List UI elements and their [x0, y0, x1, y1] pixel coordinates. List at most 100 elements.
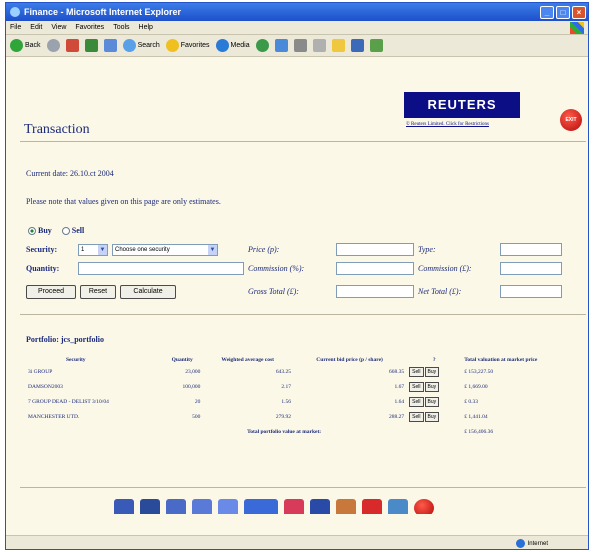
- print-icon[interactable]: [293, 39, 307, 52]
- exit-button[interactable]: EXIT: [560, 109, 582, 131]
- favorites-button[interactable]: Favorites: [165, 39, 210, 52]
- menu-tools[interactable]: Tools: [113, 24, 129, 31]
- commission-gbp-field[interactable]: [500, 262, 562, 275]
- close-window-button[interactable]: ×: [572, 5, 586, 19]
- media-button[interactable]: Media: [215, 39, 250, 52]
- reuters-logo[interactable]: REUTERS: [404, 92, 520, 118]
- windows-logo-icon: [570, 21, 584, 34]
- browser-window: Finance - Microsoft Internet Explorer _ …: [5, 2, 589, 550]
- buy-radio[interactable]: Buy: [28, 226, 52, 235]
- menu-help[interactable]: Help: [139, 24, 153, 31]
- history-icon[interactable]: [255, 39, 269, 52]
- chevron-down-icon: ▼: [208, 245, 217, 255]
- total-label: Total portfolio value at market:: [247, 428, 322, 435]
- commission-pct-label: Commission (%):: [248, 264, 305, 273]
- edit-icon[interactable]: [312, 39, 326, 52]
- ie-icon: [10, 7, 20, 17]
- mail-icon[interactable]: [274, 39, 288, 52]
- table-header-row: Security Quantity Weighted average cost …: [26, 356, 586, 364]
- security-select[interactable]: Choose one security ▼: [112, 244, 218, 256]
- zoom-search-icon[interactable]: [166, 499, 186, 514]
- row-security: MANCHESTER UTD.: [28, 413, 80, 420]
- gross-total-field[interactable]: [336, 285, 414, 298]
- reset-button[interactable]: Reset: [80, 285, 116, 299]
- row-quantity: 500: [192, 413, 201, 420]
- page-title: Transaction: [24, 122, 90, 137]
- row-bid-price: 668.35: [389, 368, 405, 375]
- refresh-icon[interactable]: [84, 39, 98, 52]
- chevron-down-icon: ▼: [98, 245, 107, 255]
- row-avg-cost: 2.17: [281, 383, 291, 390]
- bottom-nav-icons: [114, 499, 434, 514]
- security-index-select[interactable]: 1 ▼: [78, 244, 108, 256]
- security-label: Security:: [26, 245, 58, 254]
- money-bag-icon[interactable]: [336, 499, 356, 514]
- row-valuation: £ 153,227.50: [464, 368, 494, 375]
- back-button[interactable]: Back: [10, 39, 41, 52]
- quantity-label: Quantity:: [26, 264, 60, 273]
- buy-row-button[interactable]: Buy: [424, 396, 440, 407]
- type-field[interactable]: [500, 243, 562, 256]
- zoom-graph-icon[interactable]: [192, 499, 212, 514]
- media-icon: [215, 39, 229, 52]
- lightning-chart-icon[interactable]: [284, 499, 304, 514]
- row-bid-price: 1.67: [394, 383, 405, 390]
- browser-toolbar: Back Search Favorites Media: [6, 35, 588, 57]
- quantity-field[interactable]: [78, 262, 244, 275]
- row-avg-cost: 643.25: [275, 368, 291, 375]
- row-quantity: 23,000: [185, 368, 201, 375]
- sell-row-button[interactable]: Sell: [409, 381, 424, 392]
- book-search-icon[interactable]: [114, 499, 134, 514]
- ticker-icon[interactable]: [244, 499, 278, 514]
- calendar-icon[interactable]: [388, 499, 408, 514]
- sell-radio[interactable]: Sell: [61, 226, 84, 235]
- gross-total-label: Gross Total (£):: [248, 287, 299, 296]
- home-icon[interactable]: [103, 39, 117, 52]
- type-label: Type:: [418, 245, 436, 254]
- menu-file[interactable]: File: [10, 24, 21, 31]
- sell-row-button[interactable]: Sell: [409, 396, 424, 407]
- calculate-button[interactable]: Calculate: [120, 285, 176, 299]
- row-actions: Sell Buy: [406, 379, 462, 394]
- col-security: Security: [66, 357, 86, 363]
- search-button[interactable]: Search: [122, 39, 160, 52]
- magnifier-icon[interactable]: [140, 499, 160, 514]
- row-quantity: 100,000: [182, 383, 201, 390]
- chart-icon[interactable]: [218, 499, 238, 514]
- commission-gbp-label: Commission (£):: [418, 264, 472, 273]
- price-field[interactable]: [336, 243, 414, 256]
- exit-icon[interactable]: [414, 499, 434, 514]
- col-valuation: Total valuation at market price: [464, 357, 538, 363]
- table-row: MANCHESTER UTD. 500 279.92 288.27 Sell Bu…: [26, 409, 586, 424]
- stop-icon[interactable]: [65, 39, 79, 52]
- buy-row-button[interactable]: Buy: [424, 381, 440, 392]
- net-total-field[interactable]: [500, 285, 562, 298]
- buy-row-button[interactable]: Buy: [424, 411, 440, 422]
- messenger-icon[interactable]: [369, 39, 383, 52]
- buy-row-button[interactable]: Buy: [424, 366, 440, 377]
- menu-edit[interactable]: Edit: [30, 24, 42, 31]
- menu-favorites[interactable]: Favorites: [75, 24, 104, 31]
- row-bid-price: 288.27: [389, 413, 405, 420]
- back-arrow-icon: [10, 39, 23, 52]
- calculator-icon[interactable]: [350, 39, 364, 52]
- exchange-arrows-icon[interactable]: [362, 499, 382, 514]
- reuters-restrictions-link[interactable]: © Reuters Limited. Click for Restriction…: [406, 122, 489, 127]
- proceed-button[interactable]: Proceed: [26, 285, 76, 299]
- menu-view[interactable]: View: [51, 24, 66, 31]
- table-row: 7 GROUP DEAD - DELIST 3/10/04 20 1.56 1.…: [26, 394, 586, 409]
- row-bid-price: 1.64: [394, 398, 405, 405]
- sell-row-button[interactable]: Sell: [409, 411, 424, 422]
- row-actions: Sell Buy: [406, 394, 462, 409]
- net-total-label: Net Total (£):: [418, 287, 462, 296]
- sell-radio-dot: [61, 226, 70, 235]
- table-row: 3i GROUP 23,000 643.25 668.35 Sell Buy £ …: [26, 364, 586, 379]
- commission-pct-field[interactable]: [336, 262, 414, 275]
- folder-icon[interactable]: [331, 39, 345, 52]
- percent-icon[interactable]: [310, 499, 330, 514]
- security-zone: Internet: [515, 539, 548, 548]
- maximize-button[interactable]: □: [556, 5, 570, 19]
- minimize-button[interactable]: _: [540, 5, 554, 19]
- forward-arrow-icon[interactable]: [46, 39, 60, 52]
- sell-row-button[interactable]: Sell: [409, 366, 424, 377]
